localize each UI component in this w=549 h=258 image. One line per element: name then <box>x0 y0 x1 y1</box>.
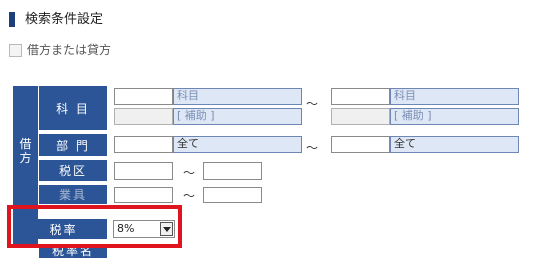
subject-range-tilde: ～ <box>306 97 319 111</box>
department-from-name-field[interactable]: 全て <box>173 136 302 153</box>
highlight-box <box>7 205 182 248</box>
side-label-char-2: 方 <box>19 151 32 165</box>
subject-from-sub-code-input[interactable] <box>114 108 173 125</box>
subject-from-sub-field[interactable]: [ 補助 ] <box>173 108 302 125</box>
subject-to-name-field[interactable]: 科目 <box>390 88 519 105</box>
department-label: 部 門 <box>39 134 107 156</box>
side-label-char-1: 借 <box>19 137 32 151</box>
subject-from-name-field[interactable]: 科目 <box>173 88 302 105</box>
debit-or-credit-label: 借方または貸方 <box>27 43 112 57</box>
subject-label: 科 目 <box>39 86 107 130</box>
tax-category-range-tilde: ～ <box>183 166 196 180</box>
section-marker <box>9 12 15 27</box>
subject-to-sub-field[interactable]: [ 補助 ] <box>390 108 519 125</box>
section-title: 検索条件設定 <box>25 12 104 27</box>
department-to-name-field[interactable]: 全て <box>390 136 519 153</box>
department-from-code-input[interactable] <box>114 136 173 153</box>
department-to-code-input[interactable] <box>331 136 390 153</box>
tax-category-to-input[interactable] <box>203 162 262 180</box>
debit-or-credit-checkbox[interactable] <box>9 44 22 57</box>
tax-category-from-input[interactable] <box>114 162 173 180</box>
tax-category-label: 税区 <box>39 160 107 181</box>
subject-from-code-input[interactable] <box>114 88 173 105</box>
subject-to-sub-code-input[interactable] <box>331 108 390 125</box>
business-type-range-tilde: ～ <box>183 189 196 203</box>
business-type-label: 業具 <box>39 185 107 204</box>
subject-to-code-input[interactable] <box>331 88 390 105</box>
department-range-tilde: ～ <box>306 141 319 155</box>
business-type-to-input[interactable] <box>203 187 262 203</box>
business-type-from-input[interactable] <box>114 187 173 203</box>
